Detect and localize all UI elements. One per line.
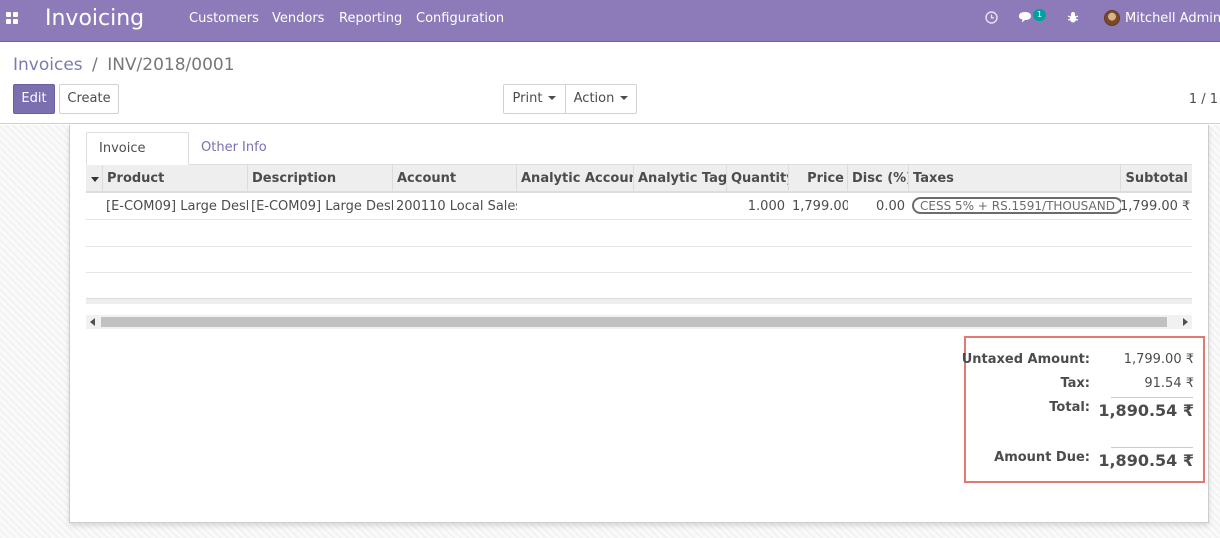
- breadcrumb-invoices-link[interactable]: Invoices: [13, 55, 83, 75]
- table-row[interactable]: [E-COM09] Large Desk [E-COM09] Large Des…: [86, 194, 1192, 220]
- invoice-totals: Untaxed Amount: 1,799.00 ₹ Tax: 91.54 ₹ …: [961, 336, 1205, 483]
- scroll-left-icon[interactable]: [90, 318, 95, 326]
- breadcrumb-separator: /: [92, 55, 98, 75]
- column-description[interactable]: Description: [247, 165, 393, 193]
- menu-vendors[interactable]: Vendors: [272, 11, 324, 26]
- tab-other-info[interactable]: Other Info: [189, 132, 279, 165]
- tab-invoice-lines[interactable]: Invoice Lines: [86, 132, 189, 188]
- amount-due-label: Amount Due:: [994, 450, 1090, 465]
- app-title: Invoicing: [45, 6, 145, 31]
- tax-label: Tax:: [1060, 376, 1090, 391]
- column-subtotal[interactable]: Subtotal: [1120, 165, 1192, 193]
- table-row-empty[interactable]: [86, 221, 1192, 247]
- horizontal-scrollbar[interactable]: [86, 315, 1192, 329]
- apps-menu-icon[interactable]: [6, 12, 20, 26]
- cell-analytic-account: [516, 194, 634, 220]
- cell-quantity: 1.000: [747, 199, 785, 214]
- action-caret-icon: [620, 95, 629, 100]
- cell-product: [E-COM09] Large Desk: [106, 199, 248, 214]
- cell-subtotal: 1,799.00 ₹: [1120, 199, 1191, 214]
- print-dropdown[interactable]: Print: [503, 84, 566, 114]
- column-product[interactable]: Product: [102, 165, 248, 193]
- print-caret-icon: [548, 95, 557, 100]
- control-panel: Invoices / INV/2018/0001 Edit Create Pri…: [0, 42, 1220, 124]
- scrollbar-thumb[interactable]: [101, 317, 1167, 327]
- column-analytic-tags[interactable]: Analytic Tags: [633, 165, 727, 193]
- messages-icon[interactable]: [1018, 11, 1034, 24]
- amount-due-value: 1,890.54 ₹: [1098, 451, 1194, 470]
- cell-taxes: CESS 5% + RS.1591/THOUSAND: [908, 194, 1121, 220]
- cell-discount: 0.00: [876, 199, 905, 214]
- cell-account: 200110 Local Sales: [396, 199, 517, 214]
- pager-counter[interactable]: 1 / 1: [1189, 92, 1218, 107]
- activity-clock-icon[interactable]: [985, 11, 998, 24]
- messages-count-badge: 1: [1033, 9, 1046, 21]
- total-value: 1,890.54 ₹: [1098, 401, 1194, 420]
- cell-analytic-tags: [633, 194, 727, 220]
- top-navbar: Invoicing Customers Vendors Reporting Co…: [0, 0, 1220, 42]
- column-taxes[interactable]: Taxes: [908, 165, 1121, 193]
- column-account[interactable]: Account: [392, 165, 517, 193]
- amount-due-divider: [1111, 447, 1193, 448]
- tax-value: 91.54 ₹: [1144, 376, 1194, 391]
- total-divider: [1111, 397, 1193, 398]
- user-avatar[interactable]: [1104, 10, 1120, 26]
- action-dropdown[interactable]: Action: [565, 84, 637, 114]
- edit-button[interactable]: Edit: [13, 84, 55, 114]
- action-label: Action: [573, 91, 615, 106]
- total-label: Total:: [1049, 400, 1090, 415]
- column-price[interactable]: Price: [788, 165, 848, 193]
- column-discount[interactable]: Disc (%): [847, 165, 909, 193]
- table-row-empty[interactable]: [86, 247, 1192, 273]
- breadcrumb: Invoices / INV/2018/0001: [13, 55, 235, 75]
- cell-price: 1,799.00: [792, 199, 848, 214]
- menu-reporting[interactable]: Reporting: [339, 11, 402, 26]
- column-analytic-account[interactable]: Analytic Account: [516, 165, 634, 193]
- debug-bug-icon[interactable]: [1067, 11, 1079, 24]
- notebook-tabs: Invoice Lines Other Info: [86, 132, 1192, 188]
- table-footer: [86, 298, 1192, 304]
- table-row-empty[interactable]: [86, 273, 1192, 299]
- untaxed-amount-label: Untaxed Amount:: [961, 352, 1090, 367]
- breadcrumb-current: INV/2018/0001: [107, 55, 235, 75]
- invoice-form-sheet: Invoice Lines Other Info Product Descrip…: [69, 125, 1209, 523]
- sort-caret-icon[interactable]: [91, 177, 99, 182]
- scroll-right-icon[interactable]: [1183, 318, 1188, 326]
- table-header: Product Description Account Analytic Acc…: [86, 165, 1192, 193]
- untaxed-amount-value: 1,799.00 ₹: [1123, 352, 1194, 367]
- create-button[interactable]: Create: [59, 84, 119, 114]
- print-label: Print: [512, 91, 543, 106]
- menu-customers[interactable]: Customers: [189, 11, 259, 26]
- cell-description: [E-COM09] Large Desk: [251, 199, 393, 214]
- user-menu[interactable]: Mitchell Admin (l: [1125, 11, 1220, 26]
- column-quantity[interactable]: Quantity: [726, 165, 789, 193]
- tax-tag: CESS 5% + RS.1591/THOUSAND: [912, 197, 1121, 214]
- menu-configuration[interactable]: Configuration: [416, 11, 504, 26]
